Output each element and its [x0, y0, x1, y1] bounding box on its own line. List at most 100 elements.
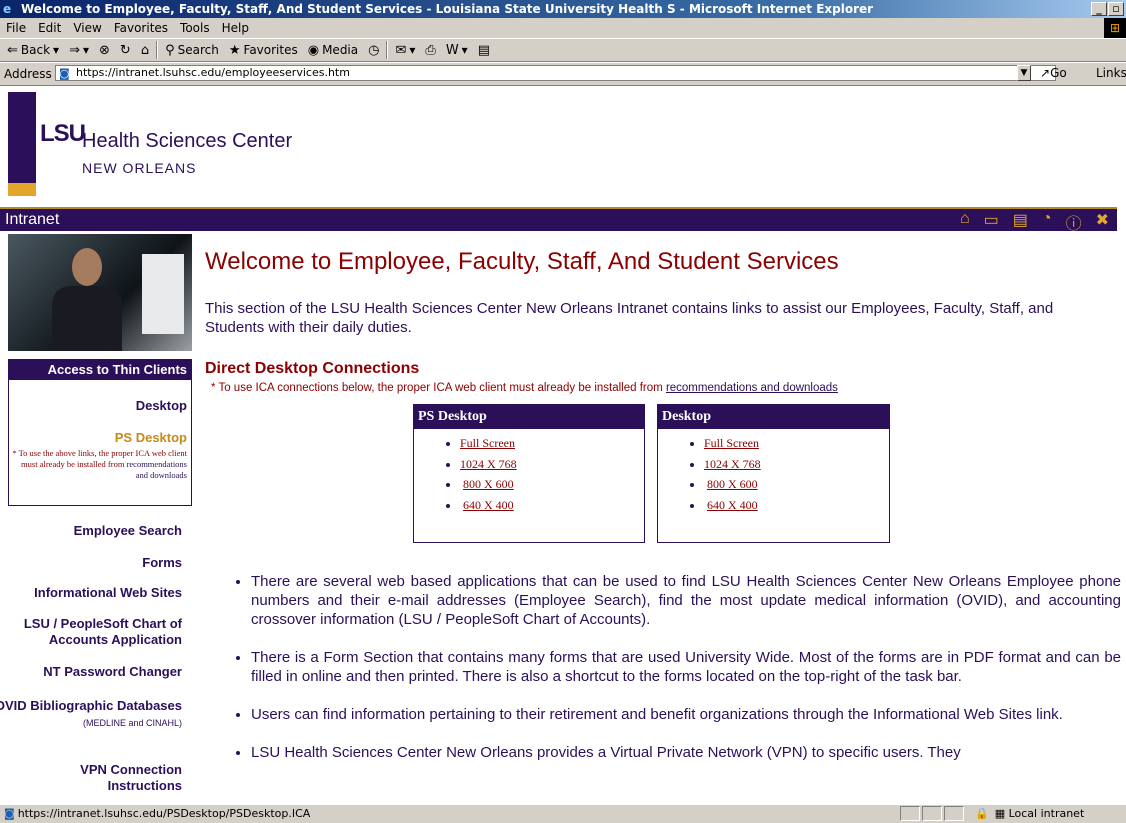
- edit-button[interactable]: W ▾: [443, 40, 471, 60]
- building-icon[interactable]: ⌂: [960, 210, 970, 234]
- home-button[interactable]: ⌂: [138, 40, 152, 60]
- ddc-note: * To use ICA connections below, the prop…: [211, 382, 838, 394]
- address-dropdown-button[interactable]: ▼: [1017, 65, 1031, 81]
- sidebar-chart-of-accounts[interactable]: LSU / PeopleSoft Chart of Accounts Appli…: [2, 616, 182, 648]
- toolbar-separator: [386, 41, 389, 59]
- menu-file[interactable]: File: [0, 18, 32, 38]
- intranet-zone-icon: ▦: [994, 807, 1009, 820]
- window-controls: _ ▫: [1091, 2, 1124, 16]
- ddc-recommendations-link[interactable]: recommendations and downloads: [666, 382, 838, 394]
- sidebar-forms[interactable]: Forms: [142, 555, 182, 571]
- minimize-button[interactable]: _: [1091, 2, 1107, 16]
- print-button[interactable]: ⎙: [422, 40, 438, 60]
- lsu-logo-bar: [8, 92, 36, 196]
- list-item: 640 X 400: [704, 495, 889, 516]
- stop-icon: ⊗: [99, 42, 110, 58]
- intro-text: This section of the LSU Health Sciences …: [205, 300, 1054, 336]
- list-item: There is a Form Section that contains ma…: [251, 648, 1121, 686]
- links-button[interactable]: Links: [1096, 66, 1126, 80]
- photo-monitor: [142, 254, 184, 334]
- maximize-button[interactable]: ▫: [1108, 2, 1124, 16]
- list-item: Full Screen: [704, 433, 889, 454]
- org-city: NEW ORLEANS: [82, 160, 197, 176]
- window-title-bar[interactable]: e Welcome to Employee, Faculty, Staff, An…: [0, 0, 1126, 18]
- thin-clients-note: * To use the above links, the proper ICA…: [12, 448, 187, 480]
- sidebar-desktop-link[interactable]: Desktop: [136, 398, 187, 413]
- ps-800-link[interactable]: 800 X 600: [463, 477, 514, 491]
- desktop-box: Desktop Full Screen 1024 X 768 800 X 600…: [657, 404, 890, 543]
- list-item: 1024 X 768: [460, 454, 644, 475]
- page-icon: ◙: [59, 67, 70, 80]
- logo-gold-stripe: [8, 183, 36, 196]
- history-icon: ◷: [368, 42, 380, 58]
- list-item: Users can find information pertaining to…: [251, 705, 1121, 724]
- inbox-icon[interactable]: ▭: [984, 210, 999, 234]
- sidebar-employee-search[interactable]: Employee Search: [74, 523, 182, 539]
- status-text: ◙ https://intranet.lsuhsc.edu/PSDesktop/P…: [4, 807, 311, 820]
- media-button[interactable]: ◉ Media: [305, 40, 361, 60]
- photo-person-head: [72, 248, 102, 286]
- desktop-640-link[interactable]: 640 X 400: [707, 498, 758, 512]
- address-input[interactable]: ◙ https://intranet.lsuhsc.edu/employeeser…: [55, 65, 1056, 81]
- thin-clients-box: Access to Thin Clients Desktop PS Deskto…: [8, 359, 192, 506]
- list-item: Full Screen: [460, 433, 644, 454]
- document-icon[interactable]: ▤: [1013, 210, 1028, 234]
- page-icon: ◙: [4, 807, 15, 820]
- menu-tools[interactable]: Tools: [174, 18, 216, 38]
- phone-icon[interactable]: ◔: [1042, 210, 1052, 234]
- toolbar: ⇐ Back ▾ ⇒ ▾ ⊗ ↻ ⌂ ⚲ Search ★ Favorites ◉ Me…: [0, 39, 1126, 62]
- list-item: 800 X 600: [460, 474, 644, 495]
- ps-full-screen-link[interactable]: Full Screen: [460, 436, 515, 450]
- go-arrow-icon: ↗: [1040, 66, 1051, 80]
- mail-button[interactable]: ✉ ▾: [392, 40, 418, 60]
- sidebar-ovid[interactable]: OVID Bibliographic Databases (MEDLINE and…: [0, 698, 182, 731]
- address-bar: Address ◙ https://intranet.lsuhsc.edu/emp…: [0, 63, 1126, 86]
- info-bullets: There are several web based applications…: [232, 572, 1121, 781]
- page-content: LSU Health Sciences Center NEW ORLEANS I…: [0, 86, 1126, 804]
- intranet-bar: Intranet ⌂ ▭ ▤ ◔ ⓘ ✖: [0, 207, 1117, 234]
- ddc-heading: Direct Desktop Connections: [205, 360, 420, 377]
- history-button[interactable]: ◷: [365, 40, 382, 60]
- ps-640-link[interactable]: 640 X 400: [463, 498, 514, 512]
- intranet-shortcuts: ⌂ ▭ ▤ ◔ ⓘ ✖: [960, 210, 1109, 234]
- menu-edit[interactable]: Edit: [32, 18, 67, 38]
- menu-favorites[interactable]: Favorites: [108, 18, 174, 38]
- page-title: Welcome to Employee, Faculty, Staff, And…: [205, 248, 839, 275]
- thin-clients-heading: Access to Thin Clients: [9, 360, 191, 380]
- info-icon[interactable]: ⓘ: [1066, 210, 1082, 234]
- desktop-full-screen-link[interactable]: Full Screen: [704, 436, 759, 450]
- recommendations-link[interactable]: recommendations and downloads: [127, 459, 187, 480]
- ps-desktop-box: PS Desktop Full Screen 1024 X 768 800 X …: [413, 404, 645, 543]
- list-item: 800 X 600: [704, 474, 889, 495]
- stop-button[interactable]: ⊗: [96, 40, 113, 60]
- address-label: Address: [4, 67, 52, 81]
- photo-person-body: [52, 286, 122, 351]
- menu-view[interactable]: View: [67, 18, 107, 38]
- forward-button[interactable]: ⇒ ▾: [66, 40, 92, 60]
- sidebar-ps-desktop-link[interactable]: PS Desktop: [115, 430, 187, 445]
- sidebar-ovid-sub: (MEDLINE and CINAHL): [82, 718, 182, 728]
- tools-icon[interactable]: ✖: [1096, 210, 1109, 234]
- list-item: There are several web based applications…: [251, 572, 1121, 629]
- desktop-1024-link[interactable]: 1024 X 768: [704, 457, 761, 471]
- menu-help[interactable]: Help: [216, 18, 255, 38]
- sidebar-informational-web-sites[interactable]: Informational Web Sites: [34, 585, 182, 601]
- sidebar-nt-password-changer[interactable]: NT Password Changer: [43, 664, 182, 680]
- favorites-button[interactable]: ★ Favorites: [226, 40, 301, 60]
- search-button[interactable]: ⚲ Search: [162, 40, 222, 60]
- go-button[interactable]: ↗Go: [1040, 66, 1067, 80]
- refresh-button[interactable]: ↻: [117, 40, 134, 60]
- media-icon: ◉: [307, 42, 320, 58]
- list-item: 640 X 400: [460, 495, 644, 516]
- back-button[interactable]: ⇐ Back ▾: [4, 40, 62, 60]
- ps-1024-link[interactable]: 1024 X 768: [460, 457, 517, 471]
- employee-photo: [8, 234, 192, 351]
- desktop-800-link[interactable]: 800 X 600: [707, 477, 758, 491]
- sidebar-vpn[interactable]: VPN Connection Instructions: [72, 762, 182, 794]
- discuss-button[interactable]: ▤: [475, 40, 493, 60]
- mail-icon: ✉: [395, 42, 407, 58]
- word-icon: W: [445, 42, 459, 58]
- list-item: 1024 X 768: [704, 454, 889, 475]
- windows-logo-icon: ⊞: [1104, 18, 1126, 38]
- discuss-icon: ▤: [477, 42, 490, 58]
